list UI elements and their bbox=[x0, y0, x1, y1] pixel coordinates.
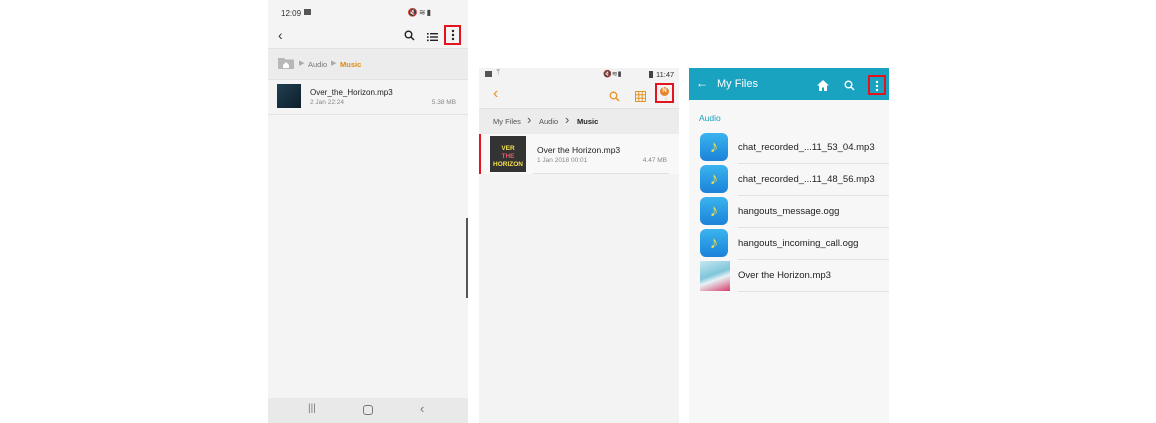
highlight-box bbox=[655, 83, 674, 103]
gallery-icon bbox=[304, 9, 311, 15]
file-name: hangouts_message.ogg bbox=[738, 206, 840, 217]
highlight-box bbox=[868, 75, 886, 95]
breadcrumb-chevron-icon: › bbox=[527, 112, 532, 127]
breadcrumb-my-files[interactable]: My Files bbox=[493, 117, 521, 126]
file-date: 1 Jan 2018 00:01 bbox=[537, 157, 588, 164]
divider bbox=[738, 291, 889, 292]
wifi-icon: ≋ bbox=[418, 8, 427, 17]
panel-my-files-teal: ← My Files Audio ♪ chat_recorded_...11_5… bbox=[689, 68, 889, 423]
search-icon[interactable] bbox=[404, 28, 415, 46]
music-note-icon: ♪ bbox=[700, 133, 728, 161]
highlight-box bbox=[444, 25, 461, 45]
back-arrow-icon[interactable]: ‹ bbox=[278, 27, 283, 43]
signal-icon: ▮ bbox=[426, 8, 432, 17]
file-name: hangouts_incoming_call.ogg bbox=[738, 238, 859, 249]
file-name: chat_recorded_...11_48_56.mp3 bbox=[738, 174, 875, 185]
divider bbox=[533, 173, 669, 174]
status-icons: 🔇≋▮ bbox=[603, 71, 622, 78]
list-view-icon[interactable] bbox=[427, 29, 438, 47]
usb-icon: ᛘ bbox=[496, 69, 501, 76]
breadcrumb-chevron-icon: ▶ bbox=[299, 60, 305, 67]
breadcrumb-music[interactable]: Music bbox=[340, 60, 361, 69]
music-note-icon: ♪ bbox=[700, 229, 728, 257]
file-name: Over the Horizon.mp3 bbox=[738, 270, 831, 281]
home-button-icon[interactable] bbox=[363, 405, 373, 415]
recent-apps-icon[interactable]: ||| bbox=[308, 403, 316, 414]
panel-samsung-legacy: ᛘ 🔇≋▮ 11:47 ‹ N ⋮ My Files › Audio › Mus… bbox=[479, 68, 679, 423]
section-header-audio: Audio bbox=[699, 113, 721, 123]
file-size: 4.47 MB bbox=[642, 157, 667, 164]
back-nav-icon[interactable]: ‹ bbox=[420, 401, 424, 416]
file-name: chat_recorded_...11_53_04.mp3 bbox=[738, 142, 875, 153]
breadcrumb-audio[interactable]: Audio bbox=[308, 60, 327, 69]
album-art-text: VER bbox=[501, 145, 515, 152]
album-art-text: THE bbox=[501, 153, 515, 160]
scrollbar[interactable] bbox=[466, 218, 468, 298]
battery-icon bbox=[649, 71, 653, 78]
album-art-thumbnail: VER THE HORIZON bbox=[490, 136, 526, 172]
music-note-icon: ♪ bbox=[700, 197, 728, 225]
album-art-text: HORIZON bbox=[493, 161, 523, 168]
breadcrumb-chevron-icon: ▶ bbox=[331, 60, 337, 67]
breadcrumb bbox=[268, 48, 468, 80]
home-folder-icon[interactable] bbox=[278, 56, 294, 74]
breadcrumb-audio[interactable]: Audio bbox=[539, 117, 558, 126]
grid-view-icon[interactable] bbox=[635, 89, 646, 107]
music-note-icon: ♪ bbox=[700, 165, 728, 193]
status-time: 11:47 bbox=[656, 70, 675, 79]
back-arrow-icon[interactable]: ‹ bbox=[493, 85, 498, 103]
search-icon[interactable] bbox=[609, 89, 620, 107]
panel-samsung-one-ui: 12:09 🔇≋▮ ‹ ▶ Audio ▶ Music Over_the_Hor… bbox=[268, 0, 468, 423]
status-icons: 🔇≋▮ bbox=[408, 8, 432, 17]
gallery-icon bbox=[485, 71, 492, 77]
file-name: Over_the_Horizon.mp3 bbox=[310, 88, 393, 97]
search-icon[interactable] bbox=[844, 78, 855, 96]
mute-icon: 🔇 bbox=[407, 8, 419, 17]
file-name: Over the Horizon.mp3 bbox=[537, 145, 621, 155]
page-title: My Files bbox=[717, 78, 758, 90]
album-art-thumbnail bbox=[700, 261, 730, 291]
file-date: 2 Jan 22:24 bbox=[310, 99, 344, 106]
file-size: 5.38 MB bbox=[431, 99, 456, 106]
album-art-thumbnail bbox=[277, 84, 301, 108]
breadcrumb-chevron-icon: › bbox=[565, 112, 570, 127]
back-arrow-icon[interactable]: ← bbox=[696, 76, 708, 90]
breadcrumb-music[interactable]: Music bbox=[577, 117, 598, 126]
home-icon[interactable] bbox=[817, 78, 829, 96]
status-time: 12:09 bbox=[281, 9, 302, 18]
